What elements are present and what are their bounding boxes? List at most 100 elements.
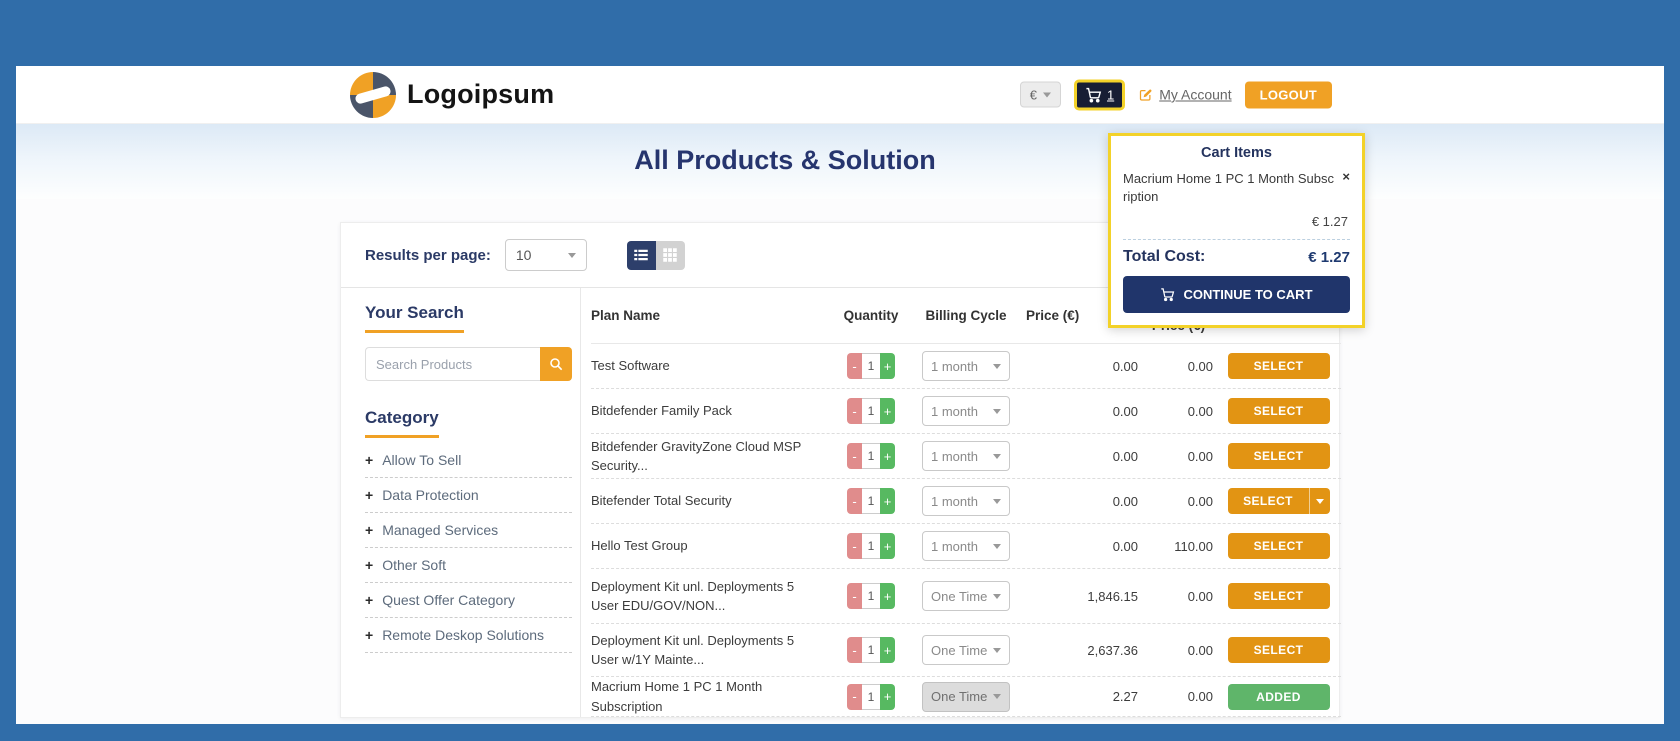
category-item-allow-to-sell[interactable]: Allow To Sell xyxy=(365,443,572,478)
app-window: Logoipsum € 1 My Account LOGO xyxy=(16,66,1664,724)
hero-band: All Products & Solution xyxy=(16,124,1664,199)
quantity-value[interactable]: 1 xyxy=(862,443,880,469)
quantity-value[interactable]: 1 xyxy=(862,488,880,514)
category-item-remote-deskop-solutions[interactable]: Remote Deskop Solutions xyxy=(365,618,572,653)
search-input[interactable] xyxy=(365,347,540,381)
continue-to-cart-label: CONTINUE TO CART xyxy=(1183,287,1312,302)
quantity-increase-button[interactable]: + xyxy=(880,533,895,559)
quantity-value[interactable]: 1 xyxy=(862,353,880,379)
quantity-increase-button[interactable]: + xyxy=(880,353,895,379)
billing-cycle-value: 1 month xyxy=(931,404,978,419)
search-bar xyxy=(365,347,572,381)
table-row: Macrium Home 1 PC 1 Month Subscription -… xyxy=(591,677,1341,717)
billing-cycle-select[interactable]: 1 month xyxy=(922,351,1010,381)
price-value: 0.00 xyxy=(1141,359,1216,374)
chevron-down-icon xyxy=(993,454,1001,459)
quantity-value[interactable]: 1 xyxy=(862,684,880,710)
total-cost-label: Total Cost: xyxy=(1123,248,1205,266)
quantity-decrease-button[interactable]: - xyxy=(847,398,862,424)
logo-text: Logoipsum xyxy=(407,79,554,110)
billing-cycle-select[interactable]: 1 month xyxy=(922,486,1010,516)
quantity-decrease-button[interactable]: - xyxy=(847,488,862,514)
category-item-data-protection[interactable]: Data Protection xyxy=(365,478,572,513)
quantity-value[interactable]: 1 xyxy=(862,637,880,663)
quantity-decrease-button[interactable]: - xyxy=(847,583,862,609)
added-button[interactable]: ADDED xyxy=(1228,684,1330,710)
select-button[interactable]: SELECT xyxy=(1228,353,1330,379)
cart-total-row: Total Cost: € 1.27 xyxy=(1123,248,1350,266)
grid-view-icon xyxy=(661,246,679,264)
my-account-link[interactable]: My Account xyxy=(1138,87,1231,103)
price-value: 0.00 xyxy=(1026,494,1141,509)
currency-dropdown[interactable]: € xyxy=(1020,82,1061,108)
quantity-increase-button[interactable]: + xyxy=(880,398,895,424)
quantity-stepper: - 1 + xyxy=(847,443,895,469)
select-button[interactable]: SELECT xyxy=(1228,443,1330,469)
search-button[interactable] xyxy=(540,347,572,381)
select-button[interactable]: SELECT xyxy=(1228,398,1330,424)
price-value: 2,637.36 xyxy=(1026,643,1141,658)
cart-item-price: € 1.27 xyxy=(1123,214,1348,229)
billing-cycle-select[interactable]: One Time xyxy=(922,635,1010,665)
cart-button[interactable]: 1 xyxy=(1074,79,1125,110)
price-value: 0.00 xyxy=(1141,404,1216,419)
select-button[interactable]: SELECT xyxy=(1228,488,1310,514)
remove-item-icon[interactable]: × xyxy=(1342,170,1350,183)
billing-cycle-select[interactable]: 1 month xyxy=(922,441,1010,471)
select-dropdown-toggle[interactable] xyxy=(1310,488,1330,514)
price-value: 0.00 xyxy=(1141,689,1216,704)
select-button[interactable]: SELECT xyxy=(1228,637,1330,663)
col-header-plan-name: Plan Name xyxy=(591,308,836,323)
plan-name: Bitefender Total Security xyxy=(591,491,836,511)
currency-label: € xyxy=(1030,87,1037,102)
quantity-value[interactable]: 1 xyxy=(862,398,880,424)
price-value: 0.00 xyxy=(1141,643,1216,658)
quantity-stepper: - 1 + xyxy=(847,533,895,559)
chevron-down-icon xyxy=(993,409,1001,414)
quantity-stepper: - 1 + xyxy=(847,353,895,379)
cart-count-badge: 1 xyxy=(1107,87,1114,102)
search-section-title: Your Search xyxy=(365,303,464,333)
chevron-down-icon xyxy=(1043,92,1051,97)
quantity-increase-button[interactable]: + xyxy=(880,583,895,609)
quantity-value[interactable]: 1 xyxy=(862,583,880,609)
total-cost-value: € 1.27 xyxy=(1308,249,1350,266)
billing-cycle-select[interactable]: One Time xyxy=(922,581,1010,611)
select-button[interactable]: SELECT xyxy=(1228,583,1330,609)
quantity-increase-button[interactable]: + xyxy=(880,443,895,469)
quantity-decrease-button[interactable]: - xyxy=(847,533,862,559)
continue-to-cart-button[interactable]: CONTINUE TO CART xyxy=(1123,276,1350,313)
list-view-button[interactable] xyxy=(627,241,656,270)
billing-cycle-value: One Time xyxy=(931,689,987,704)
chevron-down-icon xyxy=(993,694,1001,699)
plus-icon xyxy=(365,522,373,538)
quantity-increase-button[interactable]: + xyxy=(880,684,895,710)
billing-cycle-select[interactable]: 1 month xyxy=(922,531,1010,561)
grid-view-button[interactable] xyxy=(656,241,685,270)
category-item-quest-offer-category[interactable]: Quest Offer Category xyxy=(365,583,572,618)
logout-button[interactable]: LOGOUT xyxy=(1245,81,1332,108)
billing-cycle-select[interactable]: One Time xyxy=(922,682,1010,712)
quantity-increase-button[interactable]: + xyxy=(880,488,895,514)
chevron-down-icon xyxy=(993,364,1001,369)
plan-name: Bitdefender Family Pack xyxy=(591,401,836,421)
category-item-other-soft[interactable]: Other Soft xyxy=(365,548,572,583)
quantity-decrease-button[interactable]: - xyxy=(847,684,862,710)
category-item-managed-services[interactable]: Managed Services xyxy=(365,513,572,548)
price-value: 0.00 xyxy=(1141,494,1216,509)
quantity-increase-button[interactable]: + xyxy=(880,637,895,663)
content-area: Results per page: 10 xyxy=(16,199,1664,724)
select-button[interactable]: SELECT xyxy=(1228,533,1330,559)
quantity-decrease-button[interactable]: - xyxy=(847,443,862,469)
quantity-decrease-button[interactable]: - xyxy=(847,353,862,379)
results-per-page-select[interactable]: 10 xyxy=(505,239,587,271)
quantity-decrease-button[interactable]: - xyxy=(847,637,862,663)
cart-dropdown-panel: Cart Items Macrium Home 1 PC 1 Month Sub… xyxy=(1108,133,1365,328)
price-value: 0.00 xyxy=(1026,359,1141,374)
category-label: Other Soft xyxy=(382,557,446,573)
quantity-value[interactable]: 1 xyxy=(862,533,880,559)
divider xyxy=(1123,239,1350,240)
billing-cycle-select[interactable]: 1 month xyxy=(922,396,1010,426)
top-bar: Logoipsum € 1 My Account LOGO xyxy=(16,66,1664,124)
search-icon xyxy=(548,356,564,372)
